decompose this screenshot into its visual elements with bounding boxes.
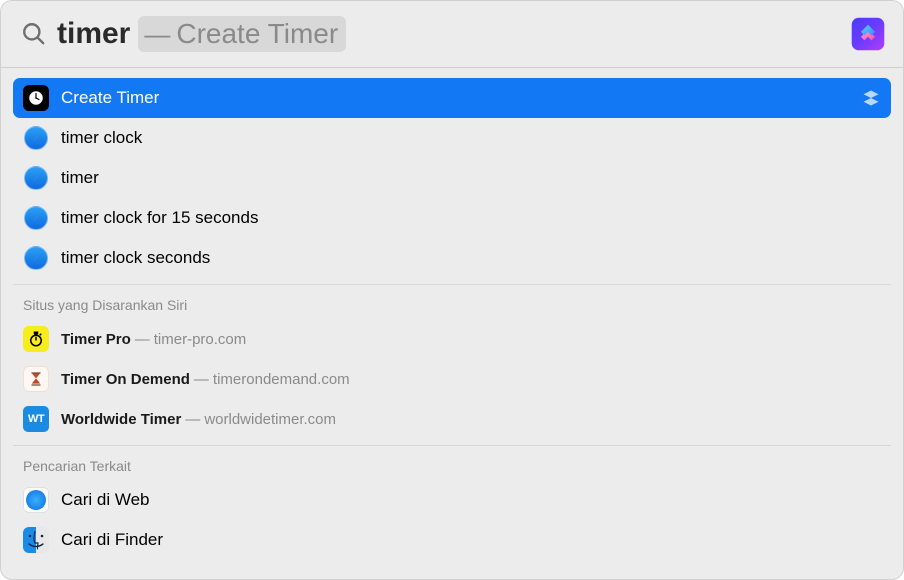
siri-site-name: Timer Pro — [61, 331, 131, 348]
siri-site-domain: worldwidetimer.com — [204, 411, 336, 428]
history-item-label: timer clock seconds — [61, 248, 210, 268]
related-item-label: Cari di Finder — [61, 530, 163, 550]
history-timer-clock-seconds[interactable]: timer clock seconds — [13, 238, 891, 278]
history-timer-clock[interactable]: timer clock — [13, 118, 891, 158]
history-timer[interactable]: timer — [13, 158, 891, 198]
history-item-label: timer clock — [61, 128, 142, 148]
related-search-finder[interactable]: Cari di Finder — [13, 520, 891, 560]
top-hit-create-timer[interactable]: Create Timer — [13, 78, 891, 118]
section-title-siri-sites: Situs yang Disarankan Siri — [13, 289, 891, 319]
siri-site-domain: timerondemand.com — [213, 371, 350, 388]
siri-site-name: Timer On Demend — [61, 371, 190, 388]
safari-icon — [23, 165, 49, 191]
siri-site-timer-pro[interactable]: Timer Pro — timer-pro.com — [13, 319, 891, 359]
siri-site-worldwide-timer[interactable]: WT Worldwide Timer — worldwidetimer.com — [13, 399, 891, 439]
related-item-label: Cari di Web — [61, 490, 150, 510]
search-query-text[interactable]: timer — [57, 17, 130, 51]
safari-app-icon — [23, 487, 49, 513]
hourglass-icon — [23, 366, 49, 392]
siri-site-domain: timer-pro.com — [154, 331, 247, 348]
section-divider — [13, 284, 891, 285]
finder-icon — [23, 527, 49, 553]
search-suggestion-text: Create Timer — [176, 18, 338, 50]
results-panel: Create Timer timer clock timer timer clo… — [1, 68, 903, 572]
search-suggestion-dash: — — [144, 19, 170, 50]
stopwatch-icon — [23, 326, 49, 352]
section-divider — [13, 445, 891, 446]
shortcuts-app-icon — [851, 17, 885, 51]
search-icon — [21, 21, 47, 47]
top-hit-label: Create Timer — [61, 88, 159, 108]
history-timer-clock-15s[interactable]: timer clock for 15 seconds — [13, 198, 891, 238]
spotlight-window: timer — Create Timer — [0, 0, 904, 580]
wt-icon: WT — [23, 406, 49, 432]
search-suggestion-chip: — Create Timer — [138, 16, 346, 52]
siri-site-name: Worldwide Timer — [61, 411, 181, 428]
clock-icon — [23, 85, 49, 111]
dash: — — [135, 331, 150, 348]
safari-icon — [23, 245, 49, 271]
layers-icon — [861, 88, 881, 108]
history-item-label: timer clock for 15 seconds — [61, 208, 258, 228]
siri-site-timer-on-demand[interactable]: Timer On Demend — timerondemand.com — [13, 359, 891, 399]
section-title-related: Pencarian Terkait — [13, 450, 891, 480]
dash: — — [194, 371, 209, 388]
safari-icon — [23, 205, 49, 231]
related-search-web[interactable]: Cari di Web — [13, 480, 891, 520]
search-bar[interactable]: timer — Create Timer — [1, 1, 903, 67]
dash: — — [185, 411, 200, 428]
history-item-label: timer — [61, 168, 99, 188]
safari-icon — [23, 125, 49, 151]
